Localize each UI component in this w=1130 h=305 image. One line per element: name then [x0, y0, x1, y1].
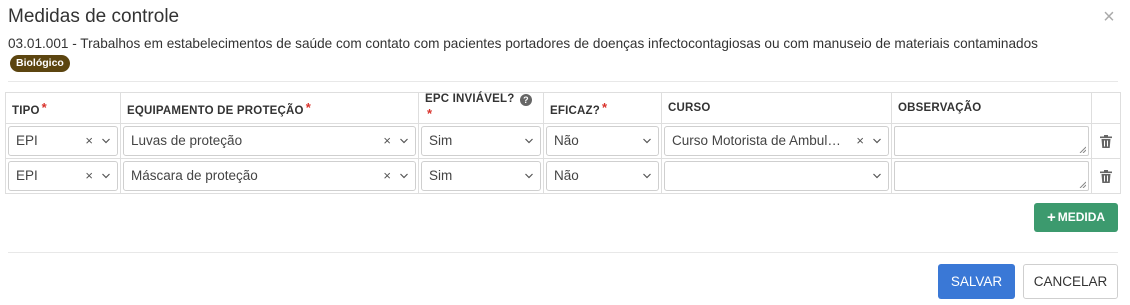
chevron-down-icon	[873, 138, 881, 144]
curso-select[interactable]: Curso Motorista de Ambulância ×	[664, 126, 889, 156]
footer-divider	[8, 252, 1118, 253]
clear-icon[interactable]: ×	[383, 127, 391, 155]
chevron-down-icon	[873, 173, 881, 179]
chevron-down-icon	[525, 138, 533, 144]
clear-icon[interactable]: ×	[383, 162, 391, 190]
clear-icon[interactable]: ×	[856, 127, 864, 155]
chevron-down-icon	[102, 173, 110, 179]
header-eficaz: EFICAZ? *	[543, 92, 662, 124]
chevron-down-icon	[525, 173, 533, 179]
risk-badge: Biológico	[10, 55, 70, 72]
curso-select[interactable]	[664, 161, 889, 191]
header-epc-inviavel: EPC INVIÁVEL? ?*	[418, 92, 544, 124]
activity-description: 03.01.001 - Trabalhos em estabelecimento…	[8, 34, 1088, 72]
measures-table: TIPO * EQUIPAMENTO DE PROTEÇÃO * EPC INVIÁ…	[5, 92, 1121, 194]
activity-text: 03.01.001 - Trabalhos em estabelecimento…	[8, 36, 1038, 51]
table-row: EPI × Luvas de proteção × Sim Não Curso Mo…	[5, 123, 1121, 159]
epc-inviavel-select[interactable]: Sim	[421, 126, 541, 156]
table-row: EPI × Máscara de proteção × Sim Não	[5, 158, 1121, 194]
observacao-textarea[interactable]	[894, 126, 1089, 156]
save-button[interactable]: SALVAR	[938, 264, 1015, 299]
equipamento-select[interactable]: Máscara de proteção ×	[123, 161, 416, 191]
header-divider	[8, 81, 1118, 82]
header-tipo: TIPO *	[5, 92, 121, 124]
eficaz-select[interactable]: Não	[546, 161, 659, 191]
header-observacao: OBSERVAÇÃO	[891, 92, 1092, 124]
tipo-select[interactable]: EPI ×	[8, 161, 118, 191]
chevron-down-icon	[643, 138, 651, 144]
add-measure-button[interactable]: + MEDIDA	[1034, 203, 1118, 232]
trash-icon[interactable]	[1100, 134, 1112, 148]
modal-title: Medidas de controle	[8, 6, 180, 27]
equipamento-select[interactable]: Luvas de proteção ×	[123, 126, 416, 156]
chevron-down-icon	[643, 173, 651, 179]
chevron-down-icon	[400, 173, 408, 179]
clear-icon[interactable]: ×	[85, 162, 93, 190]
resize-grip-icon[interactable]	[1079, 146, 1086, 153]
epc-inviavel-select[interactable]: Sim	[421, 161, 541, 191]
tipo-select[interactable]: EPI ×	[8, 126, 118, 156]
resize-grip-icon[interactable]	[1079, 181, 1086, 188]
observacao-textarea[interactable]	[894, 161, 1089, 191]
header-curso: CURSO	[661, 92, 892, 124]
header-equipamento: EQUIPAMENTO DE PROTEÇÃO *	[120, 92, 419, 124]
plus-icon: +	[1046, 209, 1056, 226]
chevron-down-icon	[400, 138, 408, 144]
chevron-down-icon	[102, 138, 110, 144]
help-icon[interactable]: ?	[519, 94, 532, 106]
header-actions	[1091, 92, 1121, 124]
cancel-button[interactable]: CANCELAR	[1023, 264, 1118, 299]
eficaz-select[interactable]: Não	[546, 126, 659, 156]
table-header-row: TIPO * EQUIPAMENTO DE PROTEÇÃO * EPC INVIÁ…	[5, 92, 1121, 124]
close-icon[interactable]: ×	[1099, 7, 1119, 27]
trash-icon[interactable]	[1100, 169, 1112, 183]
clear-icon[interactable]: ×	[85, 127, 93, 155]
